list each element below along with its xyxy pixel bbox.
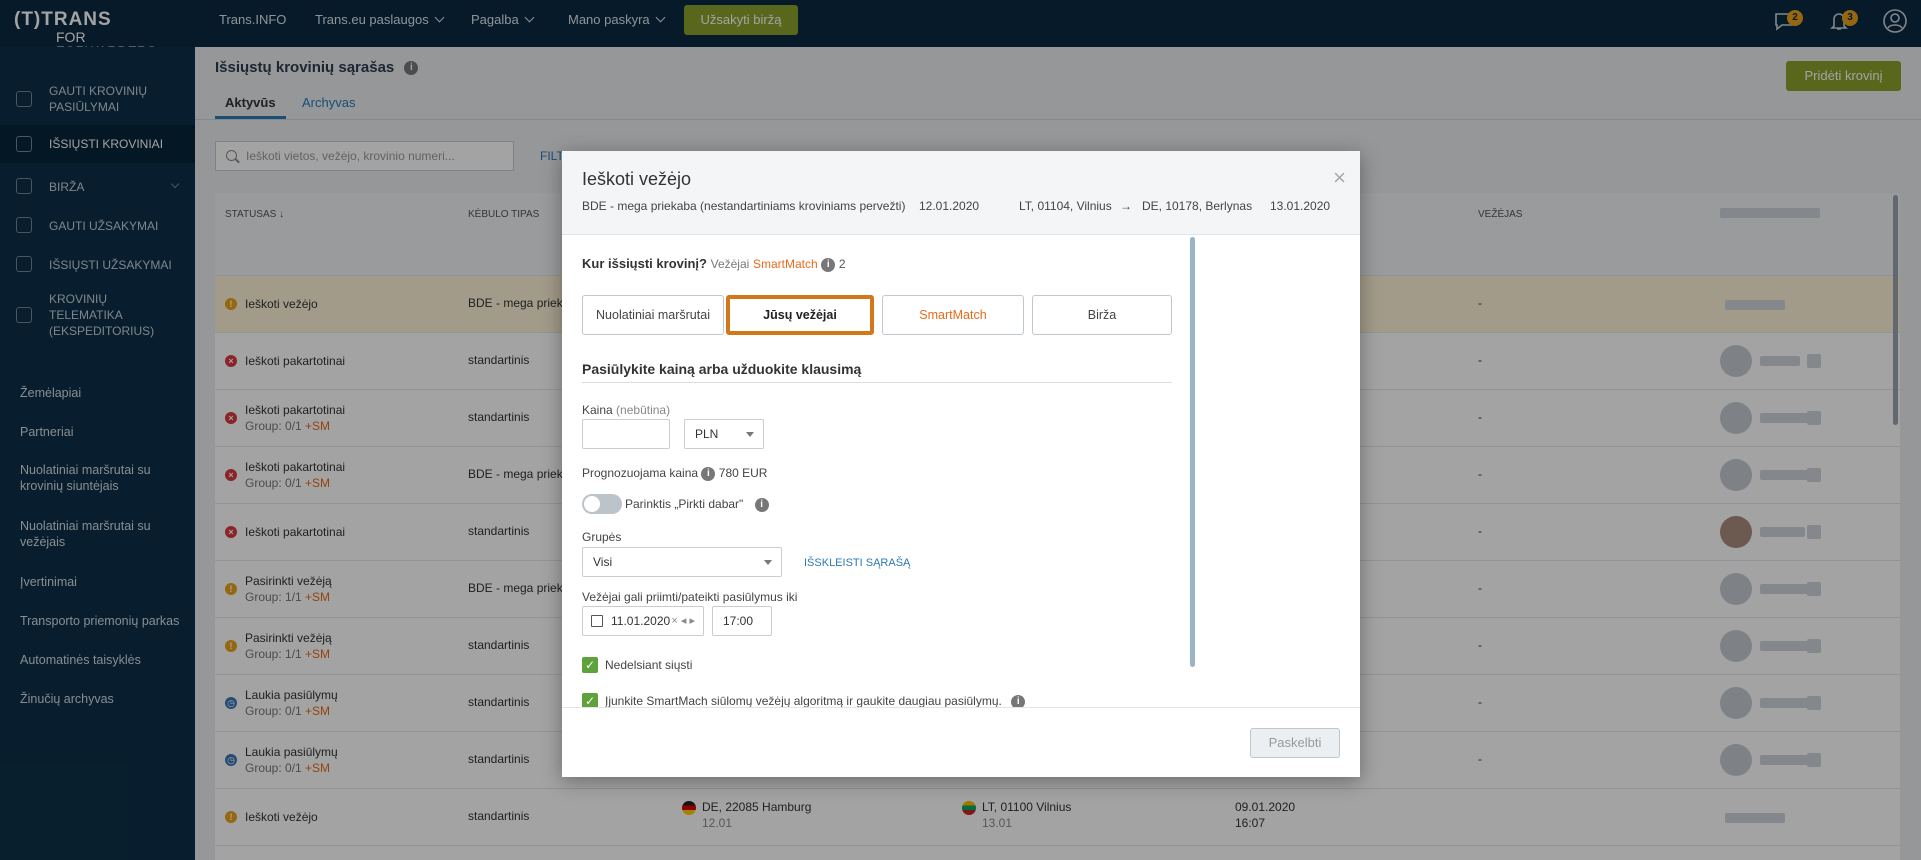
offer-heading: Pasiūlykite kainą arba užduokite klausim… <box>582 361 862 377</box>
send-target-selector: Nuolatiniai maršrutai Jūsų vežėjai Smart… <box>582 295 1172 335</box>
price-input[interactable] <box>582 419 670 449</box>
buy-now-toggle[interactable] <box>582 494 622 514</box>
segment-exchange[interactable]: Birža <box>1032 295 1172 335</box>
calendar-icon <box>591 615 603 627</box>
arrow-right-icon: → <box>1120 199 1132 213</box>
currency-select[interactable]: PLN <box>684 419 764 449</box>
expand-list-link[interactable]: IŠSKLEISTI SĄRAŠĄ <box>804 557 910 569</box>
publish-button[interactable]: Paskelbti <box>1250 728 1340 758</box>
segment-permanent-routes[interactable]: Nuolatiniai maršrutai <box>582 295 724 335</box>
dialog-scrollbar[interactable] <box>1190 237 1195 667</box>
section-divider <box>582 382 1172 383</box>
groups-select[interactable]: Visi <box>582 547 782 577</box>
chevron-down-icon <box>764 560 772 565</box>
deadline-time-input[interactable]: 17:00 <box>712 606 772 636</box>
forecast-price: Prognozuojama kaina i 780 EUR <box>582 466 768 481</box>
search-carrier-dialog: Ieškoti vežėjo × BDE - mega priekaba (ne… <box>562 151 1360 777</box>
segment-your-carriers[interactable]: Jūsų vežėjai <box>726 295 874 335</box>
groups-label: Grupės <box>582 530 622 544</box>
chevron-down-icon <box>746 432 754 437</box>
deadline-date-input[interactable]: 11.01.2020 × ◂ ▸ <box>582 606 704 636</box>
dialog-header: Ieškoti vežėjo × BDE - mega priekaba (ne… <box>562 151 1360 235</box>
deadline-label: Vežėjai gali priimti/pateikti pasiūlymus… <box>582 590 798 604</box>
dialog-footer: Paskelbti <box>562 707 1360 777</box>
info-icon[interactable]: i <box>821 257 836 272</box>
segment-smartmatch[interactable]: SmartMatch <box>882 295 1024 335</box>
send-now-checkbox[interactable]: ✓ <box>582 657 598 673</box>
buy-now-label: Parinktis „Pirkti dabar" i <box>625 497 769 512</box>
where-send-heading: Kur išsiųsti krovinį? Vežėjai SmartMatch… <box>582 256 846 272</box>
dialog-title: Ieškoti vežėjo <box>582 169 692 189</box>
date-nav-icon[interactable]: × ◂ ▸ <box>671 607 695 635</box>
price-label: Kaina (nebūtina) <box>582 403 671 417</box>
send-now-label: Nedelsiant siųsti <box>605 658 693 672</box>
info-icon[interactable]: i <box>701 466 716 481</box>
info-icon[interactable]: i <box>754 497 769 512</box>
close-icon[interactable]: × <box>1333 167 1346 189</box>
